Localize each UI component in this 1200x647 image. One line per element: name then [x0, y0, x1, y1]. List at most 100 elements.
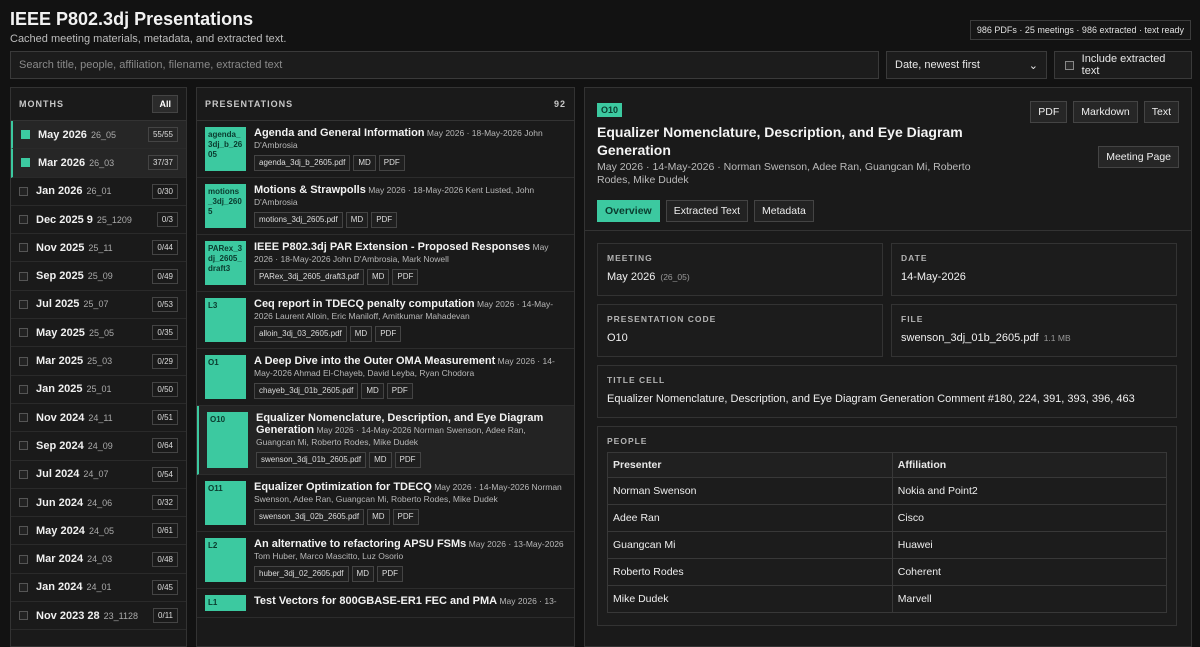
meeting-page-button[interactable]: Meeting Page: [1098, 146, 1179, 168]
month-item[interactable]: May 2024 24_05 0/61: [11, 517, 186, 546]
month-item[interactable]: Jul 2024 24_07 0/54: [11, 461, 186, 489]
month-checkbox[interactable]: [19, 384, 28, 394]
file-tag[interactable]: agenda_3dj_b_2605.pdf: [254, 155, 351, 171]
month-count: 0/35: [152, 325, 178, 341]
month-checkbox[interactable]: [19, 186, 28, 196]
md-tag[interactable]: MD: [369, 452, 392, 468]
pdf-tag[interactable]: PDF: [386, 383, 413, 399]
pdf-button[interactable]: PDF: [1030, 101, 1068, 123]
month-checkbox[interactable]: [21, 158, 30, 168]
month-item[interactable]: May 2025 25_05 0/35: [11, 319, 186, 348]
month-name: Jan 2025: [36, 383, 83, 396]
month-checkbox[interactable]: [19, 328, 28, 338]
month-checkbox[interactable]: [19, 215, 28, 225]
tab-metadata[interactable]: Metadata: [754, 200, 814, 222]
month-item[interactable]: Dec 2025 9 25_1209 0/3: [11, 206, 186, 235]
file-tag[interactable]: alloin_3dj_03_2605.pdf: [254, 326, 347, 342]
presentation-item[interactable]: motions_3dj_2605 Motions & Strawpolls May…: [197, 178, 574, 235]
md-tag[interactable]: MD: [361, 383, 384, 399]
month-checkbox[interactable]: [19, 299, 28, 309]
pdf-tag[interactable]: PDF: [378, 155, 405, 171]
month-item[interactable]: Nov 2025 25_11 0/44: [11, 234, 186, 263]
month-checkbox[interactable]: [19, 554, 28, 564]
month-item[interactable]: Jul 2025 25_07 0/53: [11, 291, 186, 320]
presentation-code: motions_3dj_2605: [205, 184, 246, 228]
text-button[interactable]: Text: [1143, 101, 1179, 123]
md-tag[interactable]: MD: [366, 269, 390, 285]
file-tag[interactable]: PARex_3dj_2605_draft3.pdf: [254, 269, 364, 285]
month-item[interactable]: Jan 2026 26_01 0/30: [11, 178, 186, 206]
month-item[interactable]: Mar 2025 25_03 0/29: [11, 347, 186, 376]
presentation-body: IEEE P802.3dj PAR Extension - Proposed R…: [254, 241, 566, 285]
month-item[interactable]: Nov 2024 24_11 0/51: [11, 404, 186, 433]
presentation-item[interactable]: agenda_3dj_b_2605 Agenda and General Info…: [197, 121, 574, 178]
stats-badge: 986 PDFs · 25 meetings · 986 extracted ·…: [969, 20, 1191, 40]
date-label: DATE: [901, 253, 928, 263]
file-tag[interactable]: swenson_3dj_01b_2605.pdf: [256, 452, 367, 468]
presentation-item[interactable]: L1 Test Vectors for 800GBASE-ER1 FEC and …: [197, 589, 574, 618]
file-tag[interactable]: motions_3dj_2605.pdf: [254, 212, 343, 228]
file-tag[interactable]: huber_3dj_02_2605.pdf: [254, 566, 349, 582]
month-checkbox[interactable]: [19, 469, 28, 479]
presentation-body: Motions & Strawpolls May 2026 · 18-May-2…: [254, 184, 566, 228]
all-months-button[interactable]: All: [152, 95, 178, 113]
month-checkbox[interactable]: [19, 413, 28, 423]
month-checkbox[interactable]: [19, 356, 28, 366]
month-item[interactable]: Nov 2023 28 23_1128 0/11: [11, 602, 186, 631]
table-row: Norman Swenson Nokia and Point2: [607, 477, 1168, 505]
table-row: Guangcan Mi Huawei: [607, 531, 1168, 559]
presentation-item[interactable]: O11 Equalizer Optimization for TDECQ May …: [197, 475, 574, 532]
presentation-item[interactable]: PARex_3dj_2605_draft3 IEEE P802.3dj PAR E…: [197, 235, 574, 292]
file-value: swenson_3dj_01b_2605.pdf 1.1 MB: [901, 332, 1167, 344]
month-count: 0/45: [152, 579, 178, 595]
md-tag[interactable]: MD: [367, 509, 390, 525]
month-code: 25_1209: [96, 214, 132, 225]
tab-overview[interactable]: Overview: [597, 200, 660, 222]
month-item[interactable]: May 2026 26_05 55/55: [11, 121, 186, 150]
pdf-tag[interactable]: PDF: [375, 326, 402, 342]
month-checkbox[interactable]: [19, 498, 28, 507]
month-item[interactable]: Jun 2024 24_06 0/32: [11, 489, 186, 518]
presentation-item[interactable]: O1 A Deep Dive into the Outer OMA Measure…: [197, 349, 574, 406]
md-tag[interactable]: MD: [351, 566, 374, 582]
date-value: 14-May-2026: [901, 271, 966, 283]
presentation-item[interactable]: O10 Equalizer Nomenclature, Description, …: [197, 406, 574, 475]
pdf-tag[interactable]: PDF: [371, 212, 398, 228]
search-input[interactable]: [10, 51, 879, 79]
month-checkbox[interactable]: [19, 441, 28, 451]
pdf-tag[interactable]: PDF: [392, 509, 419, 525]
presentation-item[interactable]: L3 Ceq report in TDECQ penalty computatio…: [197, 292, 574, 349]
pdf-tag[interactable]: PDF: [392, 269, 419, 285]
pdf-tag[interactable]: PDF: [394, 452, 421, 468]
month-checkbox[interactable]: [19, 611, 28, 621]
month-name: Jan 2026: [36, 185, 83, 198]
month-item[interactable]: Sep 2024 24_09 0/64: [11, 432, 186, 461]
include-text-toggle[interactable]: Include extracted text: [1054, 51, 1192, 79]
month-checkbox[interactable]: [19, 526, 28, 536]
presentation-item[interactable]: L2 An alternative to refactoring APSU FSM…: [197, 532, 574, 589]
month-item[interactable]: Mar 2026 26_03 37/37: [11, 149, 186, 178]
month-checkbox[interactable]: [21, 130, 30, 140]
month-checkbox[interactable]: [19, 271, 28, 281]
presenter-cell: Guangcan Mi: [607, 531, 893, 559]
md-tag[interactable]: MD: [345, 212, 369, 228]
markdown-button[interactable]: Markdown: [1073, 101, 1138, 123]
md-tag[interactable]: MD: [353, 155, 376, 171]
sort-select[interactable]: Date, newest first ⌄: [886, 51, 1047, 79]
people-table-body: Norman Swenson Nokia and Point2 Adee Ran Ci…: [607, 477, 1168, 613]
month-name: Jun 2024: [36, 496, 84, 509]
month-item[interactable]: Mar 2024 24_03 0/48: [11, 545, 186, 574]
tab-extracted-text[interactable]: Extracted Text: [665, 200, 749, 222]
md-tag[interactable]: MD: [349, 326, 373, 342]
month-checkbox[interactable]: [19, 582, 28, 592]
month-item[interactable]: Jan 2025 25_01 0/50: [11, 376, 186, 404]
include-text-checkbox[interactable]: [1065, 60, 1074, 70]
pdf-tag[interactable]: PDF: [376, 566, 403, 582]
month-code: 24_06: [87, 497, 113, 508]
month-item[interactable]: Sep 2025 25_09 0/49: [11, 262, 186, 291]
file-tag[interactable]: chayeb_3dj_01b_2605.pdf: [254, 383, 359, 399]
month-item[interactable]: Jan 2024 24_01 0/45: [11, 574, 186, 603]
file-tag[interactable]: swenson_3dj_02b_2605.pdf: [254, 509, 365, 525]
month-checkbox[interactable]: [19, 243, 28, 253]
month-code: 25_07: [83, 299, 109, 310]
